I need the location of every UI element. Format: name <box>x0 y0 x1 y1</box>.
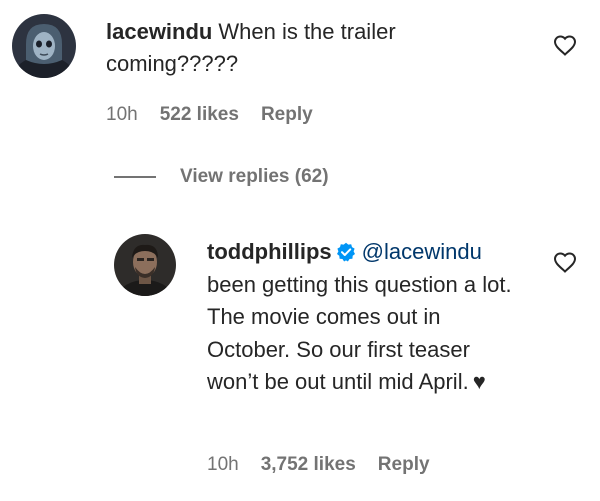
comment-username[interactable]: lacewindu <box>106 19 212 44</box>
verified-badge-icon <box>336 242 356 262</box>
avatar-image <box>12 14 76 78</box>
view-replies-button[interactable]: View replies (62) <box>114 166 329 188</box>
comment-meta: 10h 522 likes Reply <box>106 104 313 126</box>
divider <box>114 176 156 178</box>
reply-text: toddphillips @lacewindu been getting this… <box>207 236 527 399</box>
reply-username[interactable]: toddphillips <box>207 239 332 264</box>
comments-thread: lacewindu When is the trailer coming?????… <box>0 0 600 501</box>
reply-likes[interactable]: 3,752 likes <box>261 454 356 476</box>
reply-button[interactable]: Reply <box>261 104 313 126</box>
view-replies-label: View replies (62) <box>180 166 329 187</box>
reply-message: been getting this question a lot. The mo… <box>207 271 512 395</box>
heart-emoji: ♥ <box>472 369 486 394</box>
reply-button[interactable]: Reply <box>378 454 430 476</box>
heart-outline-icon[interactable] <box>553 251 577 273</box>
comment-likes[interactable]: 522 likes <box>160 104 239 126</box>
mention-link[interactable]: @lacewindu <box>362 239 482 264</box>
heart-outline-icon[interactable] <box>553 34 577 56</box>
avatar[interactable] <box>12 14 76 78</box>
comment-text: lacewindu When is the trailer coming????? <box>106 16 496 80</box>
avatar[interactable] <box>114 234 176 296</box>
reply-meta: 10h 3,752 likes Reply <box>207 454 430 476</box>
comment-time[interactable]: 10h <box>106 104 138 126</box>
avatar-image <box>114 234 176 296</box>
reply-time[interactable]: 10h <box>207 454 239 476</box>
